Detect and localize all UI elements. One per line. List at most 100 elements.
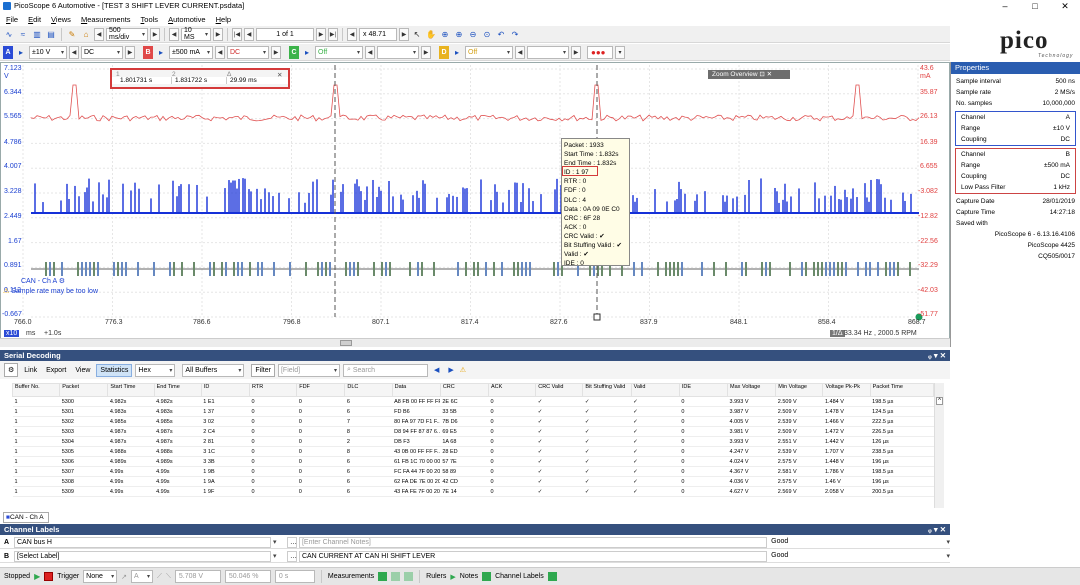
more-icon[interactable]: … [286, 550, 297, 562]
channel-notes-input[interactable]: CAN CURRENT AT CAN HI SHIFT LEVER [298, 550, 768, 562]
stop-icon[interactable] [44, 572, 54, 581]
field-select[interactable]: [Field] ▾ [277, 363, 340, 377]
next-page-button[interactable]: ▶ [316, 27, 326, 41]
horizontal-scrollbar[interactable] [0, 338, 950, 347]
table-row[interactable]: 1 5307 4.99s 4.99s 1 9B 0 0 6 FC FA 44 7F 00 20 5… [12, 466, 934, 477]
column-header[interactable]: End Time [153, 383, 202, 397]
maximize-icon[interactable]: □ [1020, 0, 1050, 12]
table-row[interactable]: 1 5304 4.987s 4.987s 2 81 0 0 2 DB F3 1A 68 0 ✓ ✓ ✓ 0 3… [12, 436, 934, 447]
gear-icon[interactable]: ⚙ [59, 278, 65, 285]
close-icon[interactable]: ✕ [1050, 0, 1080, 12]
chevron-down-icon[interactable]: ▾ [947, 538, 951, 546]
column-header[interactable]: Bit Stuffing Valid [582, 383, 632, 397]
channel-labels-icon[interactable] [547, 572, 557, 581]
samples-select[interactable]: 10 MS ▾ [181, 27, 211, 41]
column-header[interactable]: Packet [59, 383, 109, 397]
channel-a-range[interactable]: ±10 V ▾ [29, 45, 67, 59]
hex-select[interactable]: Hex ▾ [135, 363, 176, 377]
column-header[interactable]: CRC [439, 383, 490, 397]
home-icon[interactable]: ⌂ [80, 28, 92, 41]
channel-label-select[interactable]: CAN bus H [13, 536, 271, 548]
column-header[interactable]: Start Time [107, 383, 155, 397]
table-row[interactable]: 1 5302 4.985s 4.985s 3 02 0 0 7 80 FA 97 7D F1 F… [12, 416, 934, 427]
search-input[interactable]: ⌕ Search [342, 363, 428, 377]
channel-a-range-up[interactable]: ▶ [125, 45, 135, 59]
more-icon[interactable]: … [286, 536, 297, 548]
menu-edit[interactable]: Edit [28, 15, 41, 24]
samples-up-button[interactable]: ▶ [213, 27, 223, 41]
zoom-up-button[interactable]: ▶ [399, 27, 409, 41]
link-button[interactable]: Link [21, 365, 40, 376]
ruler-legend[interactable]: 1 2 Δ ✕ 1.801731 s 1.831722 s 29.99 ms [110, 68, 290, 89]
channel-c-tag[interactable]: C [289, 45, 299, 59]
minimize-icon[interactable]: – [990, 0, 1020, 12]
table-row[interactable]: 1 5308 4.99s 4.99s 1 9A 0 0 6 62 FA DE 7E 00 20 4… [12, 476, 934, 487]
channel-a-range-down[interactable]: ◀ [69, 45, 79, 59]
column-header[interactable]: Buffer No. [12, 383, 61, 397]
scope-mode-icon[interactable]: ∿ [3, 28, 15, 41]
channel-b-tag[interactable]: B [143, 45, 153, 59]
column-header[interactable]: Valid [630, 383, 680, 397]
column-header[interactable]: RTR [248, 383, 298, 397]
menu-automotive[interactable]: Automotive [168, 15, 206, 24]
column-header[interactable]: FDF [296, 383, 346, 397]
zoom-in-icon[interactable]: ⊕ [453, 28, 465, 41]
channel-b-coupling[interactable]: DC ▾ [227, 45, 269, 59]
notes-icon[interactable] [482, 572, 492, 581]
chevron-down-icon[interactable]: ▾ [273, 538, 285, 546]
column-header[interactable]: Data [391, 383, 441, 397]
last-page-button[interactable]: ▶| [328, 27, 338, 41]
channel-c-range-down[interactable]: ◀ [365, 45, 375, 59]
search-prev-icon[interactable]: ◀ [431, 364, 442, 376]
pointer-icon[interactable]: ↖ [411, 28, 423, 41]
rising-edge-icon[interactable]: ⟋ [157, 573, 162, 581]
chevron-down-icon[interactable]: ▾ [947, 552, 951, 560]
timebase-down-button[interactable]: ◀ [94, 27, 104, 41]
column-header[interactable]: Packet Time [869, 383, 934, 397]
view-button[interactable]: View [72, 365, 93, 376]
first-page-button[interactable]: |◀ [232, 27, 242, 41]
statistics-button[interactable]: Statistics [96, 363, 133, 377]
channel-status[interactable]: Good [769, 551, 946, 562]
close-icon[interactable]: ✕ [277, 71, 282, 79]
pin-icon[interactable]: ᵩ ▾ ✕ [928, 350, 946, 361]
delete-measurement-icon[interactable] [404, 572, 414, 581]
column-header[interactable]: DLC [344, 383, 393, 397]
channel-d-options-icon[interactable]: ▸ [451, 46, 463, 59]
menu-tools[interactable]: Tools [141, 15, 159, 24]
hand-icon[interactable]: ✋ [425, 28, 437, 41]
table-row[interactable]: 1 5300 4.982s 4.982s 1 E1 0 0 6 A8 FB 00 FF FF F… [12, 396, 934, 407]
channel-label-select[interactable]: [Select Label] [13, 550, 271, 562]
scope-view[interactable] [0, 62, 950, 347]
column-header[interactable]: Max Voltage [727, 383, 777, 397]
menu-views[interactable]: Views [51, 15, 71, 24]
table-row[interactable]: 1 5301 4.983s 4.983s 1 37 0 0 6 FD B6 33 5B 0 ✓ ✓ ✓ 0 3… [12, 406, 934, 417]
pin-icon[interactable]: ⊡ [759, 71, 764, 78]
column-header[interactable]: Min Voltage [775, 383, 824, 397]
play-icon[interactable]: ▶ [34, 572, 40, 581]
channel-c-range-up[interactable]: ▶ [421, 45, 431, 59]
channel-c-options-icon[interactable]: ▸ [301, 46, 313, 59]
add-measurement-icon[interactable] [378, 572, 388, 581]
zoom-overview[interactable]: Zoom Overview ⊡ ✕ [708, 70, 790, 79]
channel-c-range[interactable]: Off ▾ [315, 45, 363, 59]
column-header[interactable]: ID [200, 383, 251, 397]
zoom-out-icon[interactable]: ⊖ [467, 28, 479, 41]
channel-d-range[interactable]: Off ▾ [465, 45, 513, 59]
column-header[interactable]: ACK [488, 383, 537, 397]
menu-measurements[interactable]: Measurements [81, 15, 131, 24]
column-header[interactable]: CRC Valid [535, 383, 584, 397]
search-next-icon[interactable]: ▶ [445, 364, 456, 376]
spectrum-mode-icon[interactable]: ▥ [31, 28, 43, 41]
channel-b-range-up[interactable]: ▶ [271, 45, 281, 59]
channel-b-range[interactable]: ±500 mA ▾ [169, 45, 213, 59]
trigger-percent-input[interactable]: 50.046 % [224, 570, 271, 583]
probe-icon[interactable]: ✎ [66, 28, 78, 41]
rulers-icon[interactable]: ▶ [450, 573, 455, 581]
redo-zoom-icon[interactable]: ↷ [509, 28, 521, 41]
trigger-delay-input[interactable]: 0 s [274, 570, 315, 583]
export-button[interactable]: Export [43, 365, 69, 376]
zoom-fit-icon[interactable]: ⊙ [481, 28, 493, 41]
timebase-up-button[interactable]: ▶ [150, 27, 160, 41]
serial-tab[interactable]: ■CAN - Ch A [3, 512, 49, 523]
